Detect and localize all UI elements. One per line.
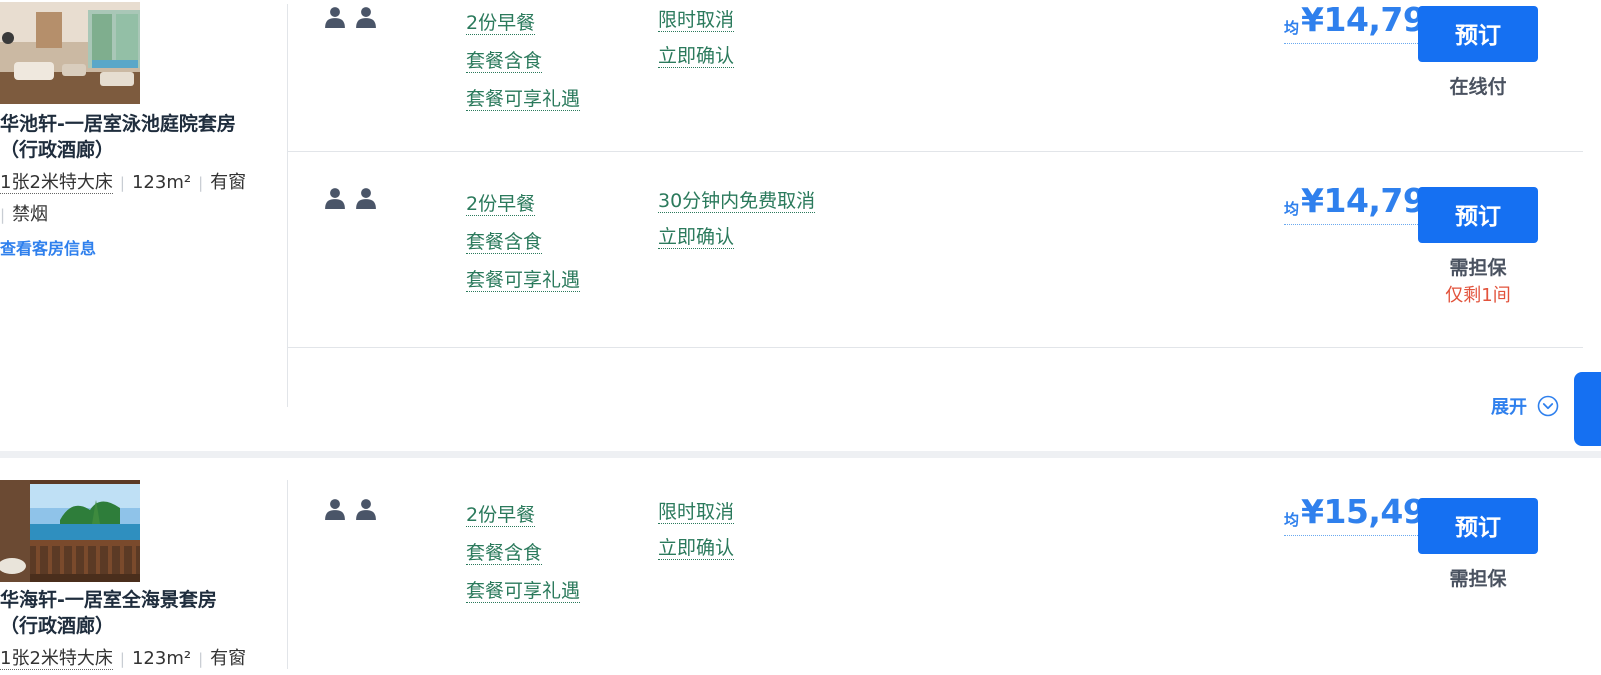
- payment-type: 需担保: [1449, 568, 1507, 590]
- chevron-down-circle-icon: [1537, 395, 1559, 417]
- bed-type[interactable]: 1张2米特大床: [0, 648, 113, 670]
- price[interactable]: 均¥14,797: [1284, 181, 1448, 225]
- divider: |: [119, 650, 125, 668]
- policy-list: 30分钟内免费取消 立即确认: [658, 183, 816, 255]
- package-breakfast[interactable]: 2份早餐: [466, 193, 536, 216]
- cancel-policy[interactable]: 30分钟内免费取消: [658, 190, 816, 213]
- policy-list: 限时取消 立即确认: [658, 494, 735, 566]
- price-avg-label: 均: [1284, 200, 1300, 218]
- payment-type: 需担保: [1449, 257, 1507, 279]
- price[interactable]: 均¥15,499: [1284, 492, 1448, 536]
- expand-label: 展开: [1491, 397, 1527, 418]
- confirm-policy[interactable]: 立即确认: [658, 226, 735, 249]
- room-card: 华海轩-一居室全海景套房 （行政酒廊） 1张2米特大床 | 123m² | 有窗 2份早…: [0, 458, 1601, 670]
- room-photo[interactable]: [0, 480, 140, 582]
- package-perks[interactable]: 套餐可享礼遇: [466, 580, 581, 603]
- section-gap: [0, 451, 1601, 458]
- book-button[interactable]: 预订: [1418, 6, 1538, 62]
- window-info: 有窗: [210, 648, 247, 669]
- price-avg-label: 均: [1284, 511, 1300, 529]
- person-icon: [356, 7, 376, 28]
- package-list: 2份早餐 套餐含食 套餐可享礼遇: [466, 4, 581, 118]
- policy-list: 限时取消 立即确认: [658, 2, 735, 74]
- book-button[interactable]: 预订: [1418, 498, 1538, 554]
- room-name: 华池轩-一居室泳池庭院套房: [0, 113, 236, 135]
- person-icon: [325, 499, 345, 520]
- room-name-suffix: （行政酒廊）: [0, 615, 115, 637]
- room-name: 华海轩-一居室全海景套房: [0, 589, 217, 611]
- room-photo[interactable]: [0, 2, 140, 104]
- room-info-link[interactable]: 查看客房信息: [0, 231, 260, 267]
- cancel-policy[interactable]: 限时取消: [658, 9, 735, 32]
- price[interactable]: 均¥14,799: [1284, 0, 1448, 44]
- person-icon: [325, 188, 345, 209]
- divider: |: [198, 650, 204, 668]
- divider: |: [0, 206, 6, 224]
- room-info: 华海轩-一居室全海景套房 （行政酒廊） 1张2米特大床 | 123m² | 有窗: [0, 587, 260, 675]
- package-breakfast[interactable]: 2份早餐: [466, 504, 536, 527]
- package-list: 2份早餐 套餐含食 套餐可享礼遇: [466, 496, 581, 610]
- package-meals[interactable]: 套餐含食: [466, 542, 543, 565]
- person-icon: [356, 499, 376, 520]
- room-specs: 1张2米特大床 | 123m² | 有窗: [0, 167, 260, 199]
- room-name-suffix: （行政酒廊）: [0, 139, 115, 161]
- guest-count: [324, 187, 377, 209]
- bed-type[interactable]: 1张2米特大床: [0, 172, 113, 194]
- package-perks[interactable]: 套餐可享礼遇: [466, 88, 581, 111]
- divider: |: [198, 174, 204, 192]
- rate-plan: 2份早餐 套餐含食 套餐可享礼遇 30分钟内免费取消 立即确认 均¥14,797…: [288, 181, 1601, 345]
- package-list: 2份早餐 套餐含食 套餐可享礼遇: [466, 185, 581, 299]
- payment-type: 在线付: [1449, 76, 1507, 98]
- confirm-policy[interactable]: 立即确认: [658, 45, 735, 68]
- room-area: 123m²: [131, 172, 192, 193]
- rate-plan: 2份早餐 套餐含食 套餐可享礼遇 限时取消 立即确认 均¥15,499 预订 需…: [288, 492, 1601, 656]
- room-specs: 1张2米特大床 | 123m² | 有窗: [0, 643, 260, 675]
- package-meals[interactable]: 套餐含食: [466, 231, 543, 254]
- room-photo-image: [0, 480, 140, 582]
- room-area: 123m²: [131, 648, 192, 669]
- smoking-info: 禁烟: [12, 204, 49, 225]
- window-info: 有窗: [210, 172, 247, 193]
- package-breakfast[interactable]: 2份早餐: [466, 12, 536, 35]
- row-divider: [288, 151, 1583, 152]
- rate-plan: 2份早餐 套餐含食 套餐可享礼遇 限时取消 立即确认 均¥14,799 预订 在…: [288, 0, 1601, 150]
- divider: |: [119, 174, 125, 192]
- book-button[interactable]: 预订: [1418, 187, 1538, 243]
- row-divider: [288, 347, 1583, 348]
- person-icon: [325, 7, 345, 28]
- stock-warning: 仅剩1间: [1445, 285, 1511, 306]
- room-photo-image: [0, 2, 140, 104]
- price-avg-label: 均: [1284, 19, 1300, 37]
- person-icon: [356, 188, 376, 209]
- guest-count: [324, 6, 377, 28]
- room-specs-2: | 禁烟: [0, 199, 260, 231]
- cancel-policy[interactable]: 限时取消: [658, 501, 735, 524]
- package-meals[interactable]: 套餐含食: [466, 50, 543, 73]
- side-float-tab[interactable]: [1574, 372, 1601, 446]
- room-card: 华池轩-一居室泳池庭院套房 （行政酒廊） 1张2米特大床 | 123m² | 有窗 | 禁…: [0, 0, 1601, 451]
- confirm-policy[interactable]: 立即确认: [658, 537, 735, 560]
- expand-toggle[interactable]: 展开: [1491, 393, 1559, 419]
- package-perks[interactable]: 套餐可享礼遇: [466, 269, 581, 292]
- guest-count: [324, 498, 377, 520]
- room-info: 华池轩-一居室泳池庭院套房 （行政酒廊） 1张2米特大床 | 123m² | 有窗 | 禁…: [0, 111, 260, 267]
